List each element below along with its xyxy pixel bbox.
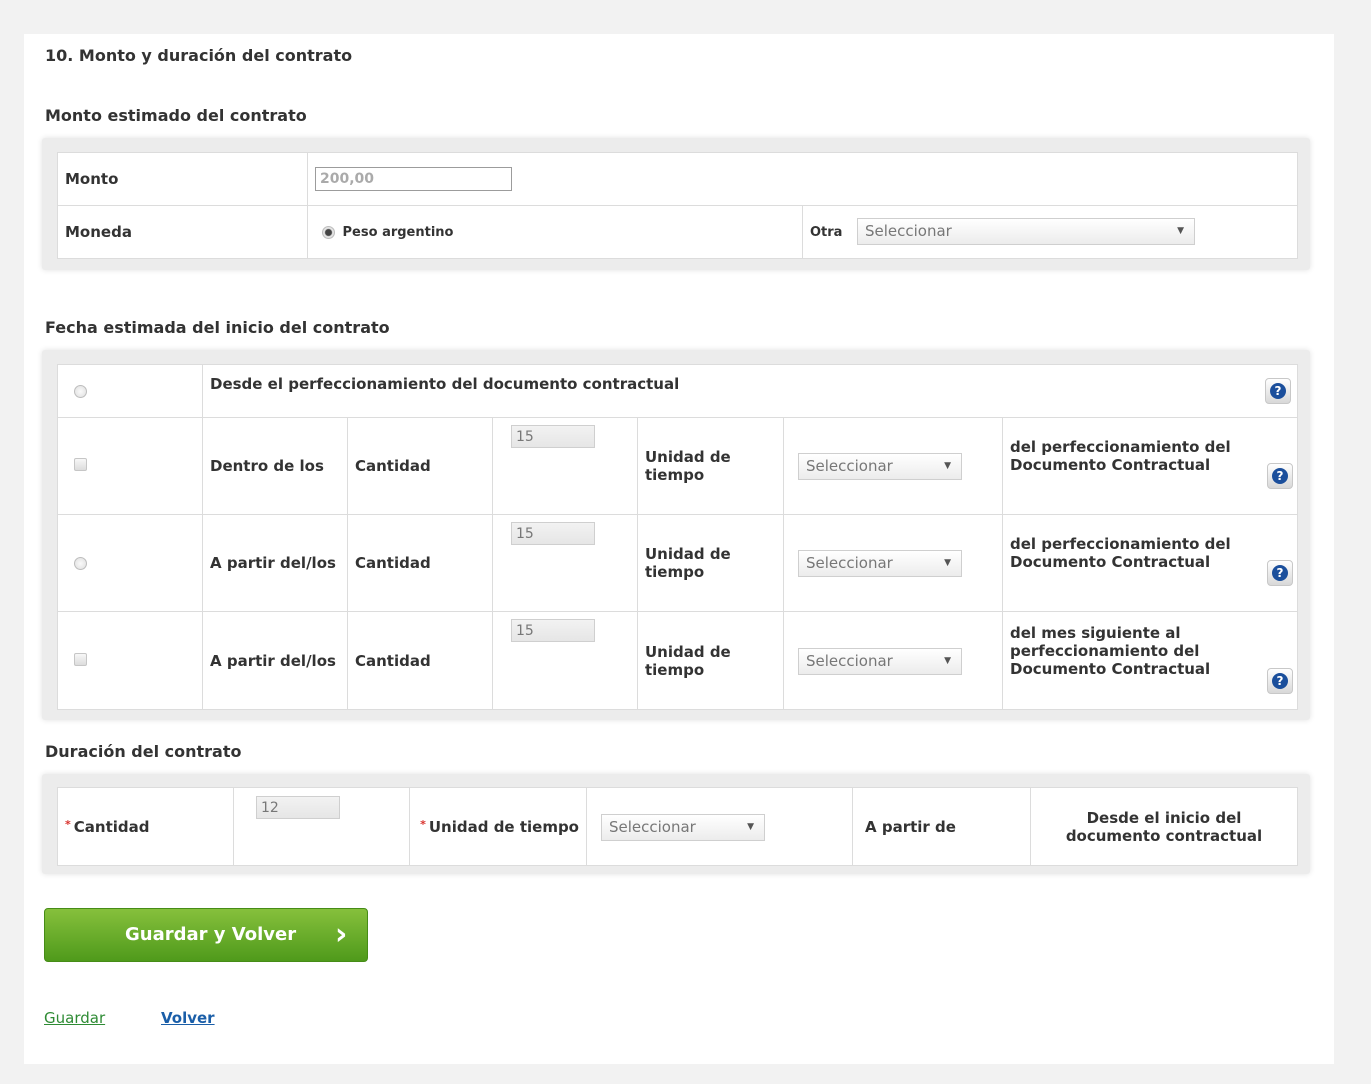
fecha-option-3-prefix: A partir del/los [202, 514, 348, 612]
duracion-unidad-select-cell: Seleccionar ▼ [586, 787, 853, 866]
fecha-option-1-text-cell: Desde el perfeccionamiento del documento… [202, 364, 1298, 418]
fecha-option-3-suffix-cell: del perfeccionamiento del Documento Cont… [1002, 514, 1298, 612]
unidad-label-text: Unidad de tiempo [645, 448, 731, 484]
chevron-right-icon: › [335, 917, 348, 952]
fecha-option-3-cantidad-label: Cantidad [347, 514, 493, 612]
fecha-option-1-radio[interactable] [74, 385, 87, 398]
moneda-label: Moneda [57, 205, 308, 259]
fecha-option-4-cell [57, 611, 203, 710]
monto-label: Monto [57, 152, 308, 206]
peso-argentino-label: Peso argentino [342, 224, 454, 240]
chevron-down-icon: ▼ [944, 461, 951, 471]
fecha-option-4-unidad-label: Unidad de tiempo [637, 611, 784, 710]
monto-table: Monto 200,00 Moneda Peso argentino Otra … [57, 152, 1298, 259]
fecha-option-3-cell [57, 514, 203, 612]
duracion-section-title: Duración del contrato [45, 742, 242, 761]
fecha-option-4-select-cell: Seleccionar ▼ [783, 611, 1003, 710]
fecha-option-3-suffix: del perfeccionamiento del Documento Cont… [1010, 535, 1231, 571]
fecha-option-2-suffix: del perfeccionamiento del Documento Cont… [1010, 438, 1231, 474]
chevron-down-icon: ▼ [944, 656, 951, 666]
form-page: 10. Monto y duración del contrato Monto … [24, 34, 1334, 1064]
duracion-apartir-label: A partir de [852, 787, 1031, 866]
volver-link[interactable]: Volver [161, 1009, 215, 1027]
chevron-down-icon: ▼ [1177, 226, 1184, 236]
monto-section-title: Monto estimado del contrato [45, 106, 307, 125]
help-icon[interactable]: ? [1267, 668, 1293, 694]
required-mark: * [420, 817, 426, 831]
fecha-option-2-prefix: Dentro de los [202, 417, 348, 515]
help-icon[interactable]: ? [1267, 560, 1293, 586]
fecha-option-2-cantidad-label: Cantidad [347, 417, 493, 515]
fecha-option-3-radio[interactable] [74, 557, 87, 570]
section-title: 10. Monto y duración del contrato [45, 46, 353, 65]
fecha-option-2-suffix-cell: del perfeccionamiento del Documento Cont… [1002, 417, 1298, 515]
peso-argentino-radio[interactable] [322, 225, 335, 239]
fecha-option-2-cantidad-cell: 15 [492, 417, 638, 515]
fecha-option-2-unidad-label: Unidad de tiempo [637, 417, 784, 515]
fecha-option-2-checkbox[interactable] [74, 458, 87, 471]
fecha-option-1-text: Desde el perfeccionamiento del documento… [210, 375, 680, 393]
monto-cell: 200,00 [307, 152, 1298, 206]
chevron-down-icon: ▼ [747, 822, 754, 832]
otra-cell: Otra Seleccionar ▼ [802, 205, 1298, 259]
otra-label: Otra [810, 224, 843, 240]
fecha-option-4-suffix-cell: del mes siguiente al perfeccionamiento d… [1002, 611, 1298, 710]
unidad-label-text: Unidad de tiempo [645, 642, 731, 679]
required-mark: * [65, 817, 71, 831]
fecha-option-1-cell [57, 364, 203, 418]
fecha-option-3-cantidad-cell: 15 [492, 514, 638, 612]
guardar-y-volver-label: Guardar y Volver [125, 924, 297, 945]
duracion-cantidad-input[interactable]: 12 [256, 796, 340, 819]
fecha-option-4-cantidad-cell: 15 [492, 611, 638, 710]
guardar-link[interactable]: Guardar [44, 1009, 105, 1027]
duracion-table: * Cantidad 12 * Unidad de tiempo Seleccion… [57, 787, 1298, 866]
fecha-option-3-unidad-label: Unidad de tiempo [637, 514, 784, 612]
fecha-option-4-select-value: Seleccionar [806, 652, 893, 670]
duracion-cantidad-label: Cantidad [73, 817, 150, 836]
duracion-unidad-label: Unidad de tiempo [428, 817, 579, 836]
fecha-option-3-select-value: Seleccionar [806, 554, 893, 572]
help-icon[interactable]: ? [1265, 378, 1291, 404]
otra-select[interactable]: Seleccionar ▼ [857, 218, 1195, 245]
help-icon[interactable]: ? [1267, 463, 1293, 489]
duracion-cantidad-cell: 12 [233, 787, 410, 866]
fecha-option-4-prefix: A partir del/los [202, 611, 348, 710]
fecha-option-4-cantidad-input[interactable]: 15 [511, 619, 595, 642]
fecha-table: Desde el perfeccionamiento del documento… [57, 364, 1298, 710]
fecha-option-4-cantidad-label: Cantidad [347, 611, 493, 710]
fecha-option-2-select-cell: Seleccionar ▼ [783, 417, 1003, 515]
fecha-option-2-cantidad-input[interactable]: 15 [511, 425, 595, 448]
fecha-option-3-cantidad-input[interactable]: 15 [511, 522, 595, 545]
duracion-unidad-select-value: Seleccionar [609, 818, 696, 836]
duracion-unidad-select[interactable]: Seleccionar ▼ [601, 814, 765, 841]
otra-select-value: Seleccionar [865, 222, 952, 240]
fecha-option-2-select[interactable]: Seleccionar ▼ [798, 453, 962, 480]
fecha-option-3-select-cell: Seleccionar ▼ [783, 514, 1003, 612]
fecha-option-2-cell [57, 417, 203, 515]
fecha-option-4-select[interactable]: Seleccionar ▼ [798, 648, 962, 675]
moneda-cell: Peso argentino [307, 205, 803, 259]
duracion-unidad-label-cell: * Unidad de tiempo [409, 787, 587, 866]
fecha-option-4-suffix: del mes siguiente al perfeccionamiento d… [1010, 624, 1211, 678]
fecha-option-4-checkbox[interactable] [74, 652, 87, 666]
unidad-label-text: Unidad de tiempo [645, 545, 731, 581]
fecha-option-2-select-value: Seleccionar [806, 457, 893, 475]
guardar-y-volver-button[interactable]: Guardar y Volver › [44, 908, 368, 962]
duracion-apartir-value: Desde el inicio del documento contractua… [1030, 787, 1298, 866]
fecha-option-3-select[interactable]: Seleccionar ▼ [798, 550, 962, 577]
duracion-cantidad-label-cell: * Cantidad [57, 787, 234, 866]
chevron-down-icon: ▼ [944, 558, 951, 568]
fecha-section-title: Fecha estimada del inicio del contrato [45, 318, 390, 337]
monto-input[interactable]: 200,00 [315, 167, 512, 191]
